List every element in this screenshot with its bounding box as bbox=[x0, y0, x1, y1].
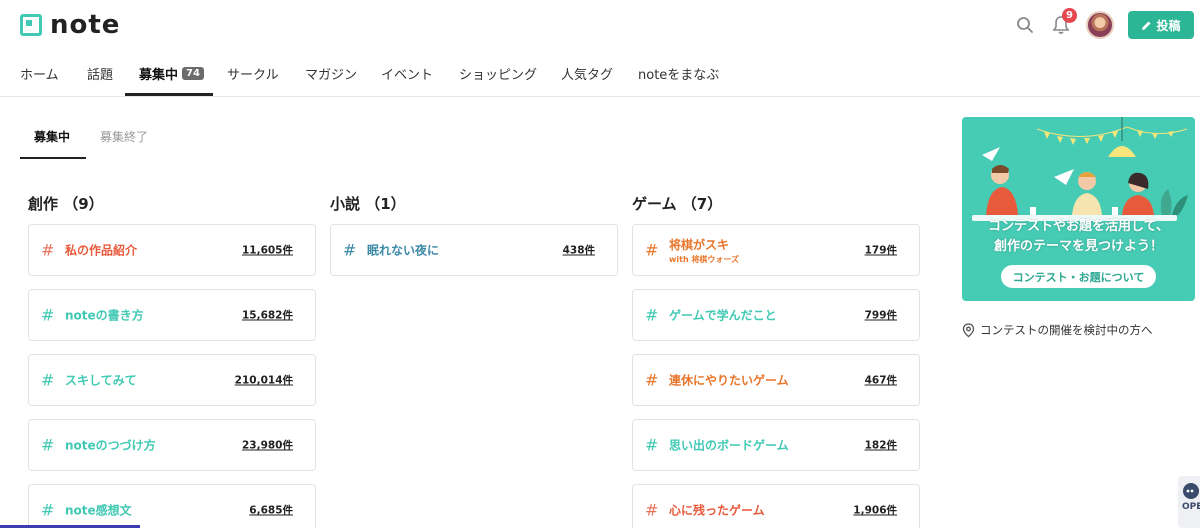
category-heading-novel: 小説 （1） bbox=[330, 195, 406, 213]
main-nav: ホーム 話題 募集中 74 サークル マガジン イベント ショッピング 人気タグ… bbox=[0, 50, 1200, 97]
open-chat-widget[interactable]: OPE bbox=[1178, 476, 1200, 528]
location-pin-icon bbox=[962, 322, 975, 337]
tag-name: 将棋がスキ bbox=[669, 238, 730, 252]
nav-circle[interactable]: サークル bbox=[227, 50, 279, 96]
hashtag-icon: # bbox=[645, 500, 659, 520]
hashtag-icon: # bbox=[41, 370, 55, 390]
tag-name: noteの書き方 bbox=[65, 308, 144, 323]
notifications-button[interactable]: 9 bbox=[1046, 8, 1077, 40]
note-logo[interactable]: note bbox=[20, 12, 120, 38]
contest-host-link-text: コンテストの開催を検討中の方へ bbox=[980, 323, 1153, 337]
tag-card[interactable]: # noteのつづけ方 23,980件 bbox=[28, 419, 316, 471]
tag-count: 11,605件 bbox=[241, 244, 293, 257]
tag-count: 15,682件 bbox=[241, 309, 293, 322]
tag-name: 眠れない夜に bbox=[367, 243, 440, 258]
note-logo-icon bbox=[20, 14, 42, 36]
tag-card[interactable]: # 心に残ったゲーム 1,906件 bbox=[632, 484, 920, 528]
tag-name: 私の作品紹介 bbox=[65, 243, 138, 258]
chat-icon bbox=[1183, 483, 1199, 499]
banner-headline-2: 創作のテーマを見つけよう！ bbox=[993, 239, 1163, 254]
tag-card[interactable]: # noteの書き方 15,682件 bbox=[28, 289, 316, 341]
nav-popular-tags[interactable]: 人気タグ bbox=[561, 50, 613, 96]
tag-sponsor: with 将棋ウォーズ bbox=[669, 255, 740, 264]
tag-name: note感想文 bbox=[65, 503, 132, 518]
search-icon bbox=[1017, 17, 1033, 33]
subtab-active-indicator bbox=[20, 157, 86, 159]
tag-card[interactable]: # スキしてみて 210,014件 bbox=[28, 354, 316, 406]
tag-name: 連休にやりたいゲーム bbox=[669, 373, 789, 388]
tag-card[interactable]: # 眠れない夜に 438件 bbox=[330, 224, 618, 276]
logo-text: note bbox=[50, 10, 121, 40]
category-heading-game: ゲーム （7） bbox=[632, 195, 723, 213]
tag-name: noteのつづけ方 bbox=[65, 438, 156, 453]
hashtag-icon: # bbox=[41, 305, 55, 325]
tag-card[interactable]: # 思い出のボードゲーム 182件 bbox=[632, 419, 920, 471]
hashtag-icon: # bbox=[645, 305, 659, 325]
tag-card[interactable]: # 私の作品紹介 11,605件 bbox=[28, 224, 316, 276]
tag-count: 799件 bbox=[864, 309, 897, 322]
notification-badge: 9 bbox=[1062, 8, 1077, 23]
post-button-label: 投稿 bbox=[1156, 18, 1181, 33]
hashtag-icon: # bbox=[41, 240, 55, 260]
tag-card[interactable]: # 将棋がスキ with 将棋ウォーズ 179件 bbox=[632, 224, 920, 276]
tag-name: 心に残ったゲーム bbox=[669, 503, 765, 518]
search-button[interactable] bbox=[1010, 10, 1040, 40]
tag-count: 438件 bbox=[562, 244, 595, 257]
nav-active-indicator bbox=[125, 93, 213, 96]
post-button[interactable]: 投稿 bbox=[1128, 11, 1194, 39]
open-widget-label: OPE bbox=[1182, 502, 1200, 512]
hashtag-icon: # bbox=[645, 240, 659, 260]
tag-card[interactable]: # ゲームで学んだこと 799件 bbox=[632, 289, 920, 341]
tag-count: 179件 bbox=[864, 244, 897, 257]
nav-topics[interactable]: 話題 bbox=[87, 50, 113, 96]
tag-name: 思い出のボードゲーム bbox=[669, 438, 789, 453]
banner-headline-1: コンテストやお題を活用して、 bbox=[988, 219, 1169, 234]
tag-count: 1,906件 bbox=[853, 504, 897, 517]
contest-host-link[interactable]: コンテストの開催を検討中の方へ bbox=[962, 322, 1153, 338]
hashtag-icon: # bbox=[645, 370, 659, 390]
subtab-recruiting[interactable]: 募集中 bbox=[34, 128, 70, 145]
tag-card[interactable]: # 連休にやりたいゲーム 467件 bbox=[632, 354, 920, 406]
tag-count: 467件 bbox=[864, 374, 897, 387]
nav-magazine[interactable]: マガジン bbox=[305, 50, 357, 96]
nav-recruiting-label: 募集中 bbox=[139, 67, 179, 83]
header-actions: 9 投稿 bbox=[1010, 8, 1194, 40]
category-heading-creation: 創作 （9） bbox=[28, 195, 104, 213]
hashtag-icon: # bbox=[41, 500, 55, 520]
header: note 9 投稿 bbox=[0, 0, 1200, 50]
subtab-closed[interactable]: 募集終了 bbox=[100, 128, 148, 145]
hashtag-icon: # bbox=[645, 435, 659, 455]
tag-count: 210,014件 bbox=[234, 374, 293, 387]
nav-learn-note[interactable]: noteをまなぶ bbox=[638, 50, 719, 96]
pencil-icon bbox=[1142, 21, 1151, 30]
tag-count: 6,685件 bbox=[249, 504, 293, 517]
tag-name: ゲームで学んだこと bbox=[669, 308, 777, 323]
user-avatar[interactable] bbox=[1086, 11, 1114, 39]
hashtag-icon: # bbox=[343, 240, 357, 260]
nav-home[interactable]: ホーム bbox=[20, 50, 59, 96]
tag-count: 23,980件 bbox=[241, 439, 293, 452]
nav-shopping[interactable]: ショッピング bbox=[459, 50, 537, 96]
nav-recruiting[interactable]: 募集中 74 bbox=[139, 50, 204, 96]
recruiting-count-badge: 74 bbox=[182, 66, 204, 80]
nav-event[interactable]: イベント bbox=[381, 50, 433, 96]
contest-info-button[interactable]: コンテスト・お題について bbox=[1001, 265, 1156, 288]
hashtag-icon: # bbox=[41, 435, 55, 455]
tag-name: スキしてみて bbox=[65, 373, 137, 388]
tag-card[interactable]: # note感想文 6,685件 bbox=[28, 484, 316, 528]
tag-count: 182件 bbox=[864, 439, 897, 452]
contest-banner[interactable]: コンテストやお題を活用して、 創作のテーマを見つけよう！ コンテスト・お題につい… bbox=[962, 117, 1195, 301]
